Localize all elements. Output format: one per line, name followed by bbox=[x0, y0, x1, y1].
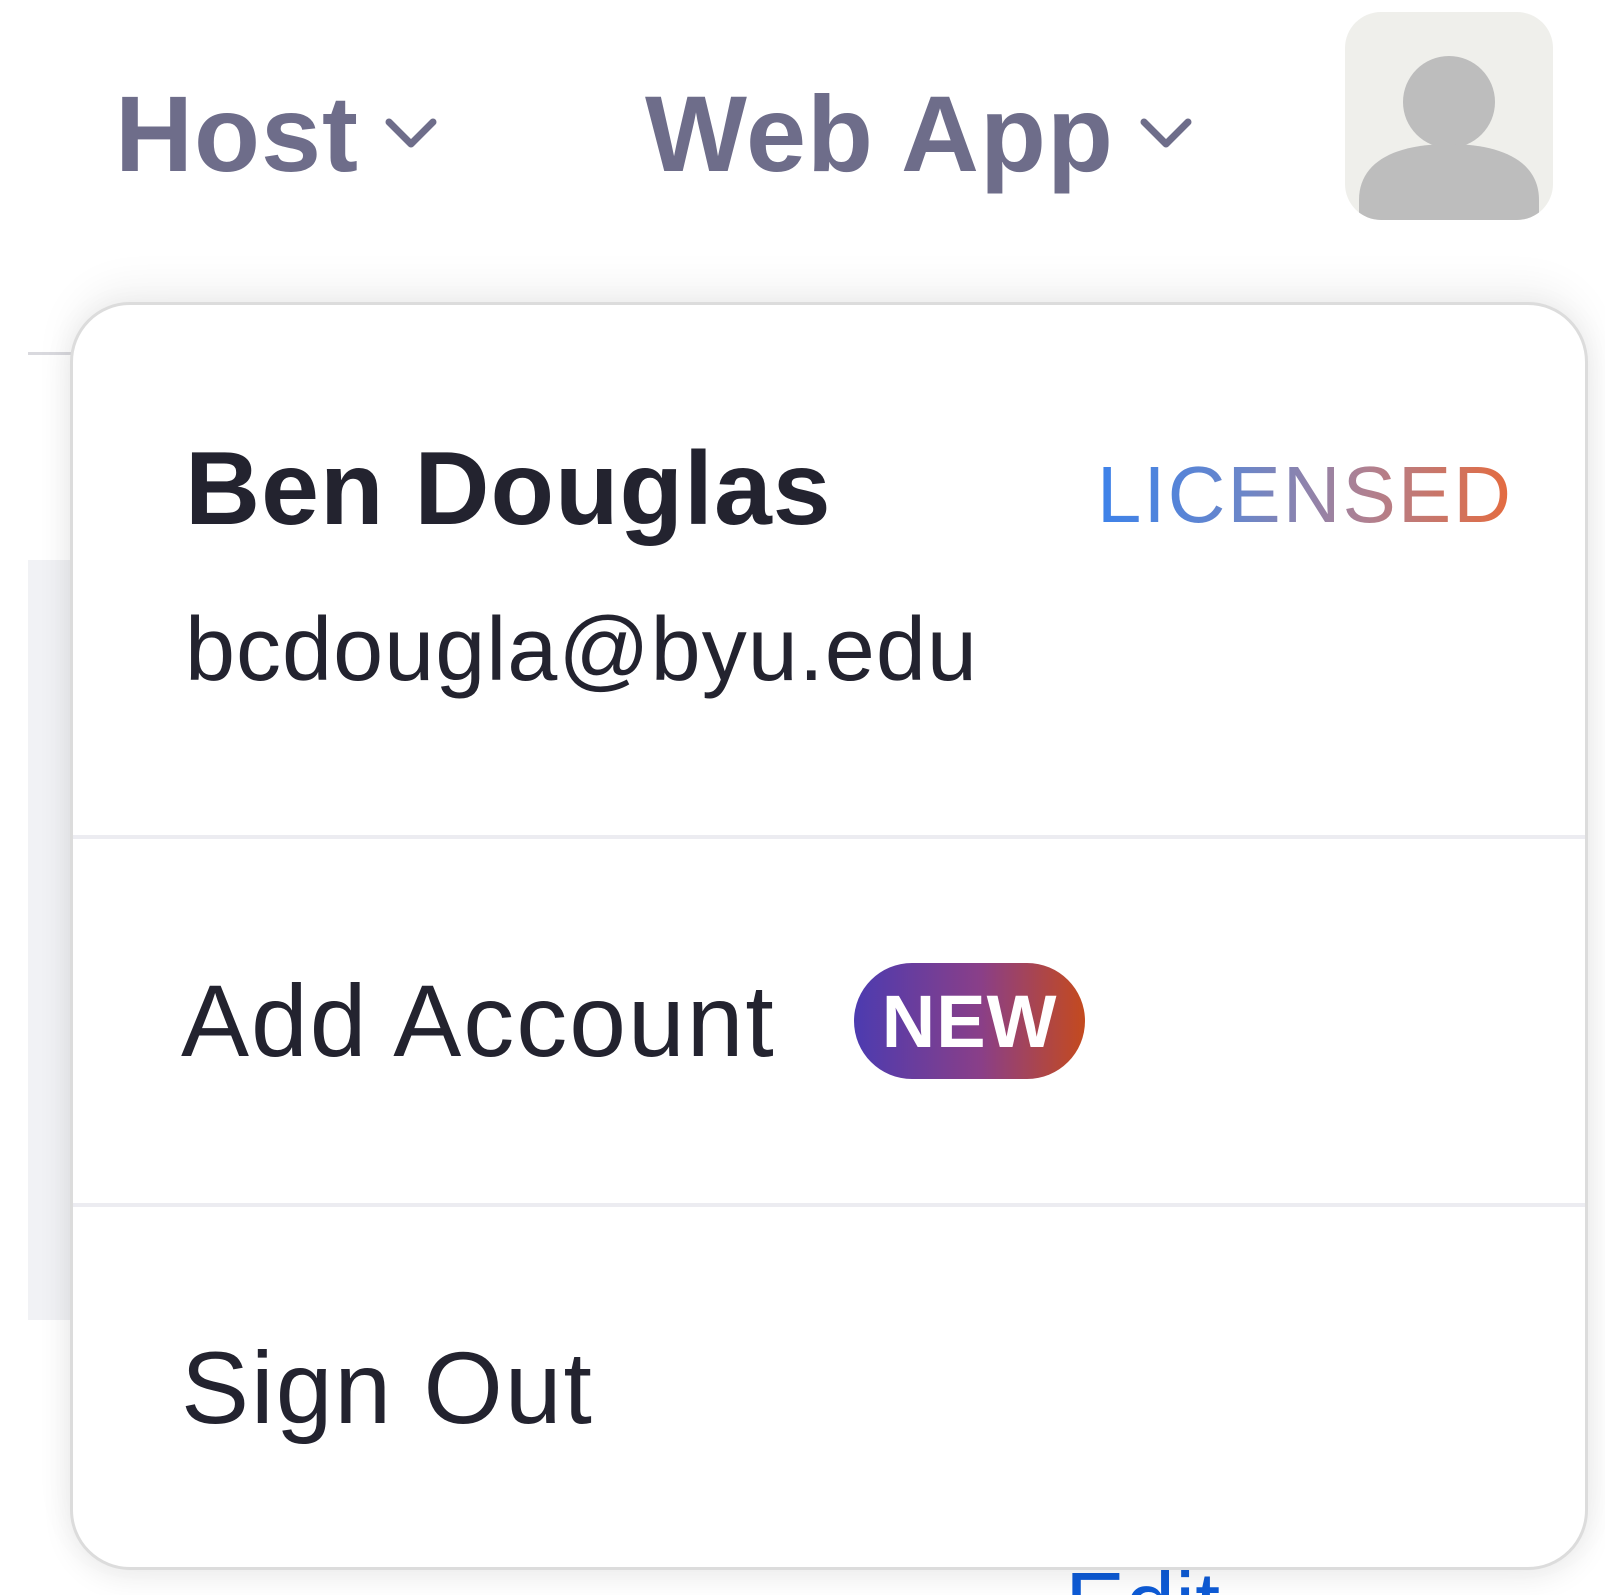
sign-out-label: Sign Out bbox=[181, 1331, 594, 1445]
sign-out-menu-item[interactable]: Sign Out bbox=[73, 1207, 1585, 1569]
license-badge: LICENSED bbox=[1096, 450, 1513, 539]
nav-host-menu[interactable]: Host bbox=[115, 80, 439, 188]
avatar-button[interactable] bbox=[1345, 12, 1553, 220]
account-dropdown-menu: Ben Douglas LICENSED bcdougla@byu.edu Ad… bbox=[70, 302, 1588, 1570]
nav-host-label: Host bbox=[115, 73, 359, 194]
chevron-down-icon bbox=[385, 118, 437, 148]
nav-webapp-menu[interactable]: Web App bbox=[645, 80, 1194, 188]
page: Edit Host Web App Ben Douglas LICENSED b… bbox=[0, 0, 1605, 1595]
profile-section: Ben Douglas LICENSED bcdougla@byu.edu bbox=[73, 305, 1585, 835]
chevron-down-icon bbox=[1140, 118, 1192, 148]
add-account-label: Add Account bbox=[181, 964, 776, 1078]
user-email: bcdougla@byu.edu bbox=[185, 600, 978, 700]
add-account-menu-item[interactable]: Add Account NEW bbox=[73, 839, 1585, 1203]
user-avatar-icon bbox=[1359, 56, 1539, 220]
user-name: Ben Douglas bbox=[185, 431, 832, 547]
new-badge: NEW bbox=[853, 963, 1086, 1079]
nav-webapp-label: Web App bbox=[645, 73, 1114, 194]
